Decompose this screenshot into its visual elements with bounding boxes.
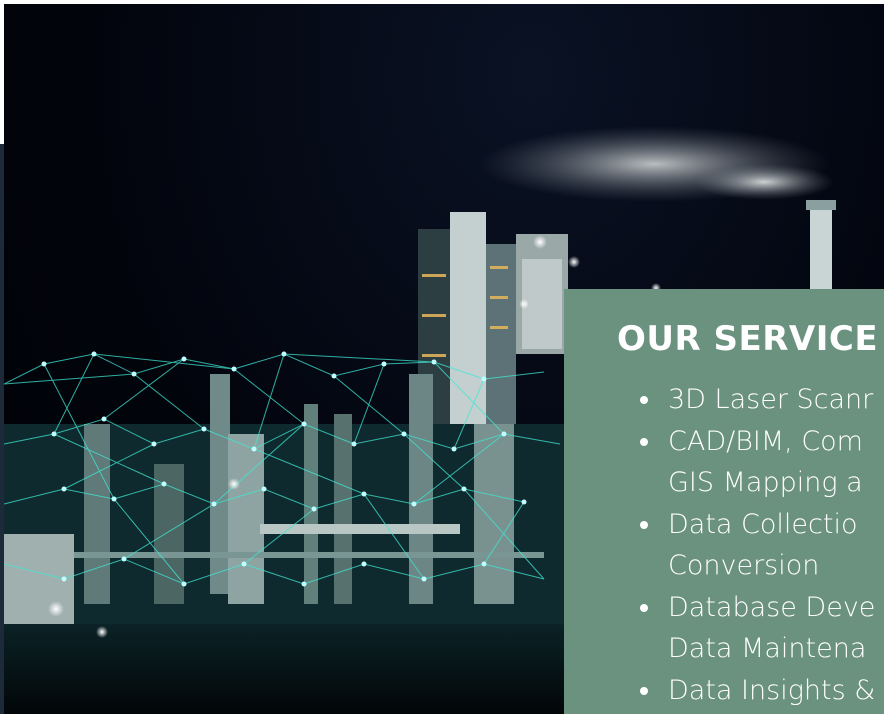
service-line: 3D Laser Scanr	[668, 384, 874, 415]
service-line: Data Collectio	[668, 509, 858, 540]
services-panel: OUR SERVICE 3D Laser Scanr CAD/BIM, Com …	[564, 289, 884, 714]
service-item-data-insights: Data Insights &	[640, 670, 884, 711]
bullet-icon	[640, 396, 648, 404]
service-item-database-development: Database Deve Data Maintena	[640, 587, 884, 669]
service-line: Database Deve	[668, 592, 876, 623]
service-item-cad-bim: CAD/BIM, Com GIS Mapping a	[640, 421, 884, 503]
service-line: Data Maintena	[668, 633, 867, 664]
bullet-icon	[640, 604, 648, 612]
service-item-laser-scanning: 3D Laser Scanr	[640, 379, 884, 420]
chimney	[810, 204, 832, 294]
bullet-icon	[640, 438, 648, 446]
service-item-data-collection: Data Collectio Conversion	[640, 504, 884, 586]
bullet-icon	[640, 687, 648, 695]
bullet-icon	[640, 521, 648, 529]
service-line: GIS Mapping a	[668, 467, 863, 498]
service-line: Conversion	[668, 550, 820, 581]
services-title: OUR SERVICE	[617, 319, 879, 359]
services-list: 3D Laser Scanr CAD/BIM, Com GIS Mapping …	[640, 379, 884, 712]
service-line: Data Insights &	[668, 675, 876, 706]
service-line: CAD/BIM, Com	[668, 426, 863, 457]
